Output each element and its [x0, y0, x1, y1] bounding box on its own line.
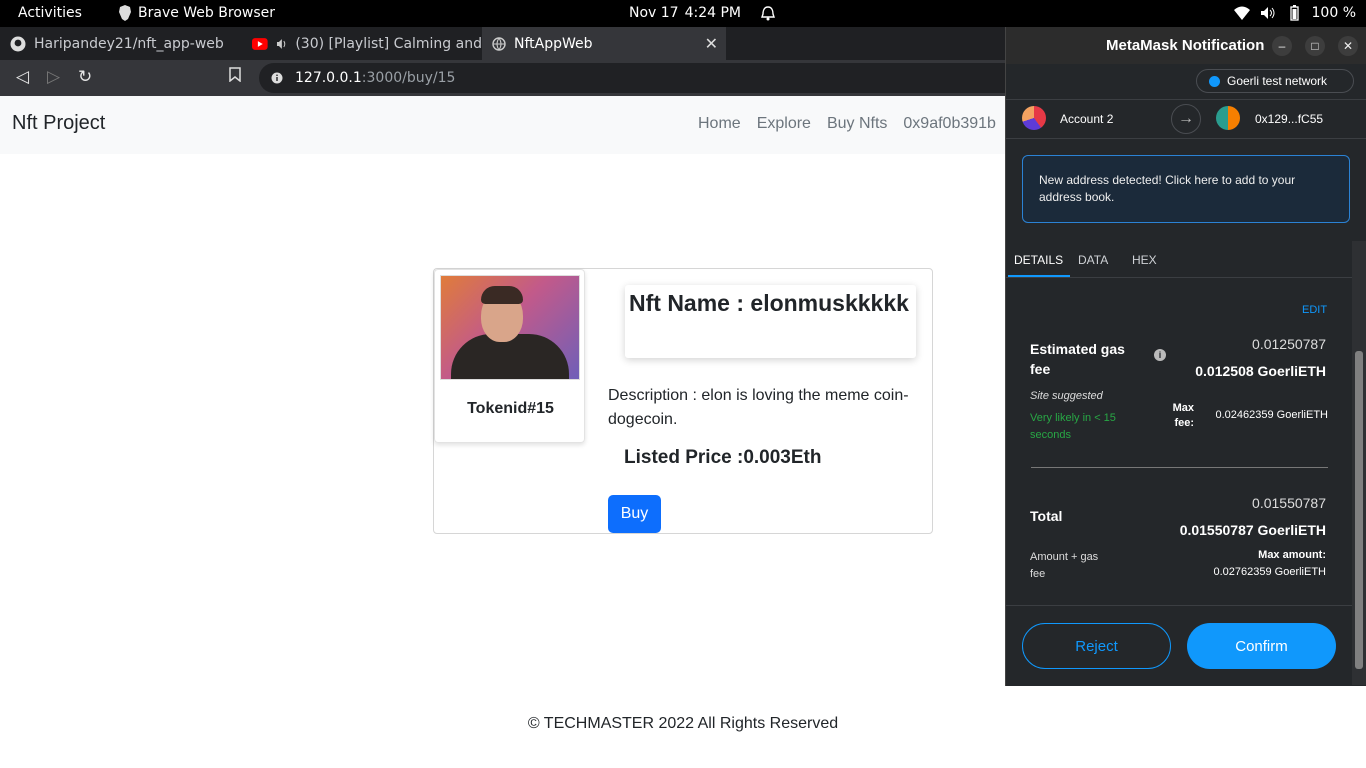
github-icon [10, 36, 26, 51]
reject-button[interactable]: Reject [1022, 623, 1171, 669]
gas-fee-eth: 0.012508 GoerliETH [1195, 363, 1326, 379]
system-top-bar: Activities Brave Web Browser Nov 17 4:24… [0, 0, 1366, 27]
likely-time: Very likely in < 15 seconds [1030, 412, 1116, 441]
reload-icon[interactable]: ↻ [78, 67, 92, 87]
nav-explore[interactable]: Explore [757, 115, 811, 133]
token-id: Tokenid#15 [467, 400, 554, 417]
url-host: 127.0.0.1 [295, 70, 362, 86]
edit-gas-link[interactable]: EDIT [1302, 304, 1327, 316]
system-tray[interactable]: 100 % [1233, 5, 1356, 21]
from-account[interactable]: Account 2 [1060, 112, 1113, 126]
metamask-window: MetaMask Notification – □ ✕ Goerli test … [1005, 27, 1366, 686]
site-suggested-label: Site suggested [1030, 390, 1103, 402]
arrow-right-icon: → [1171, 104, 1201, 134]
tab-youtube[interactable]: (30) [Playlist] Calming and [242, 27, 482, 60]
nft-image-card: Tokenid#15 [434, 269, 585, 443]
url-path: :3000/buy/15 [361, 70, 456, 86]
total-eth: 0.01550787 GoerliETH [1179, 522, 1326, 538]
detail-tabs: DETAILS DATA HEX [1006, 241, 1352, 278]
nav-wallet-address[interactable]: 0x9af0b391b [903, 115, 996, 133]
active-tab-indicator [1008, 275, 1070, 277]
gas-fee-value: 0.01250787 [1252, 336, 1326, 352]
network-name: Goerli test network [1227, 74, 1328, 88]
nav-links: Home Explore Buy Nfts 0x9af0b391b [698, 115, 996, 133]
volume-icon [1260, 7, 1275, 19]
url-field[interactable]: 127.0.0.1:3000/buy/15 [259, 63, 1019, 93]
window-titlebar: MetaMask Notification – □ ✕ [1006, 27, 1366, 64]
to-address[interactable]: 0x129...fC55 [1255, 112, 1323, 126]
recipient-avatar [1216, 106, 1240, 130]
globe-icon [492, 36, 506, 51]
action-buttons: Reject Confirm [1006, 605, 1352, 686]
tab-title: NftAppWeb [514, 35, 593, 52]
nav-home[interactable]: Home [698, 115, 741, 133]
bookmark-icon[interactable] [229, 67, 241, 87]
max-fee-label: Max fee: [1172, 402, 1194, 429]
window-title: MetaMask Notification [1106, 37, 1265, 54]
site-brand[interactable]: Nft Project [12, 112, 105, 135]
total-value: 0.01550787 [1252, 495, 1326, 511]
youtube-icon [252, 37, 268, 50]
max-amount-value: 0.02762359 GoerliETH [1213, 566, 1326, 578]
max-amount-label: Max amount: [1258, 549, 1326, 561]
close-window-icon[interactable]: ✕ [1338, 36, 1358, 56]
tab-github[interactable]: Haripandey21/nft_app-web [0, 27, 240, 60]
footer-text: © TECHMASTER 2022 All Rights Reserved [527, 715, 839, 732]
tab-nftappweb[interactable]: NftAppWeb ✕ [482, 27, 726, 60]
account-row: Account 2 → 0x129...fC55 [1006, 99, 1366, 139]
back-icon[interactable]: ◁ [16, 67, 29, 87]
maximize-icon[interactable]: □ [1305, 36, 1325, 56]
activities-button[interactable]: Activities [18, 5, 82, 21]
amount-gas-label: Amount + gas fee [1030, 551, 1099, 580]
nft-name: Nft Name : elonmuskkkkk [625, 285, 916, 358]
tab-hex[interactable]: HEX [1132, 253, 1157, 267]
forward-icon[interactable]: ▷ [47, 67, 60, 87]
tab-data[interactable]: DATA [1078, 253, 1108, 267]
gas-fee-label: Estimated gas fee [1030, 341, 1125, 377]
alarm-icon [761, 6, 775, 21]
minimize-icon[interactable]: – [1272, 36, 1292, 56]
tab-title: (30) [Playlist] Calming and [295, 35, 482, 52]
info-icon[interactable]: i [1154, 349, 1166, 361]
nft-card: Tokenid#15 Nft Name : elonmuskkkkk Descr… [433, 268, 933, 534]
app-menu[interactable]: Brave Web Browser [118, 5, 275, 21]
wifi-icon [1233, 6, 1250, 20]
scrollbar[interactable] [1352, 241, 1366, 685]
nav-buy-nfts[interactable]: Buy Nfts [827, 115, 887, 133]
account-avatar [1022, 106, 1046, 130]
total-label: Total [1030, 508, 1063, 524]
app-name: Brave Web Browser [138, 5, 275, 21]
network-dot-icon [1209, 75, 1220, 87]
max-fee-value: 0.02462359 GoerliETH [1215, 409, 1328, 421]
scroll-thumb[interactable] [1355, 351, 1363, 669]
time-label: 4:24 PM [684, 5, 742, 21]
close-tab-icon[interactable]: ✕ [705, 34, 718, 53]
nft-description: Description : elon is loving the meme co… [608, 387, 909, 428]
audio-playing-icon[interactable] [276, 38, 288, 50]
clock[interactable]: Nov 17 4:24 PM [629, 5, 777, 21]
nft-image [440, 275, 580, 380]
tab-title: Haripandey21/nft_app-web [34, 35, 224, 52]
network-selector[interactable]: Goerli test network [1196, 69, 1354, 93]
battery-percent: 100 % [1311, 5, 1356, 21]
site-info-icon[interactable] [271, 72, 283, 84]
tab-details[interactable]: DETAILS [1014, 253, 1063, 267]
buy-button[interactable]: Buy [608, 495, 661, 533]
listed-price: Listed Price :0.003Eth [624, 447, 822, 468]
battery-icon [1289, 5, 1299, 21]
brave-lion-icon [119, 5, 131, 21]
confirm-button[interactable]: Confirm [1187, 623, 1336, 669]
divider [1031, 467, 1328, 468]
new-address-notice[interactable]: New address detected! Click here to add … [1022, 155, 1350, 223]
date-label: Nov 17 [629, 5, 679, 21]
